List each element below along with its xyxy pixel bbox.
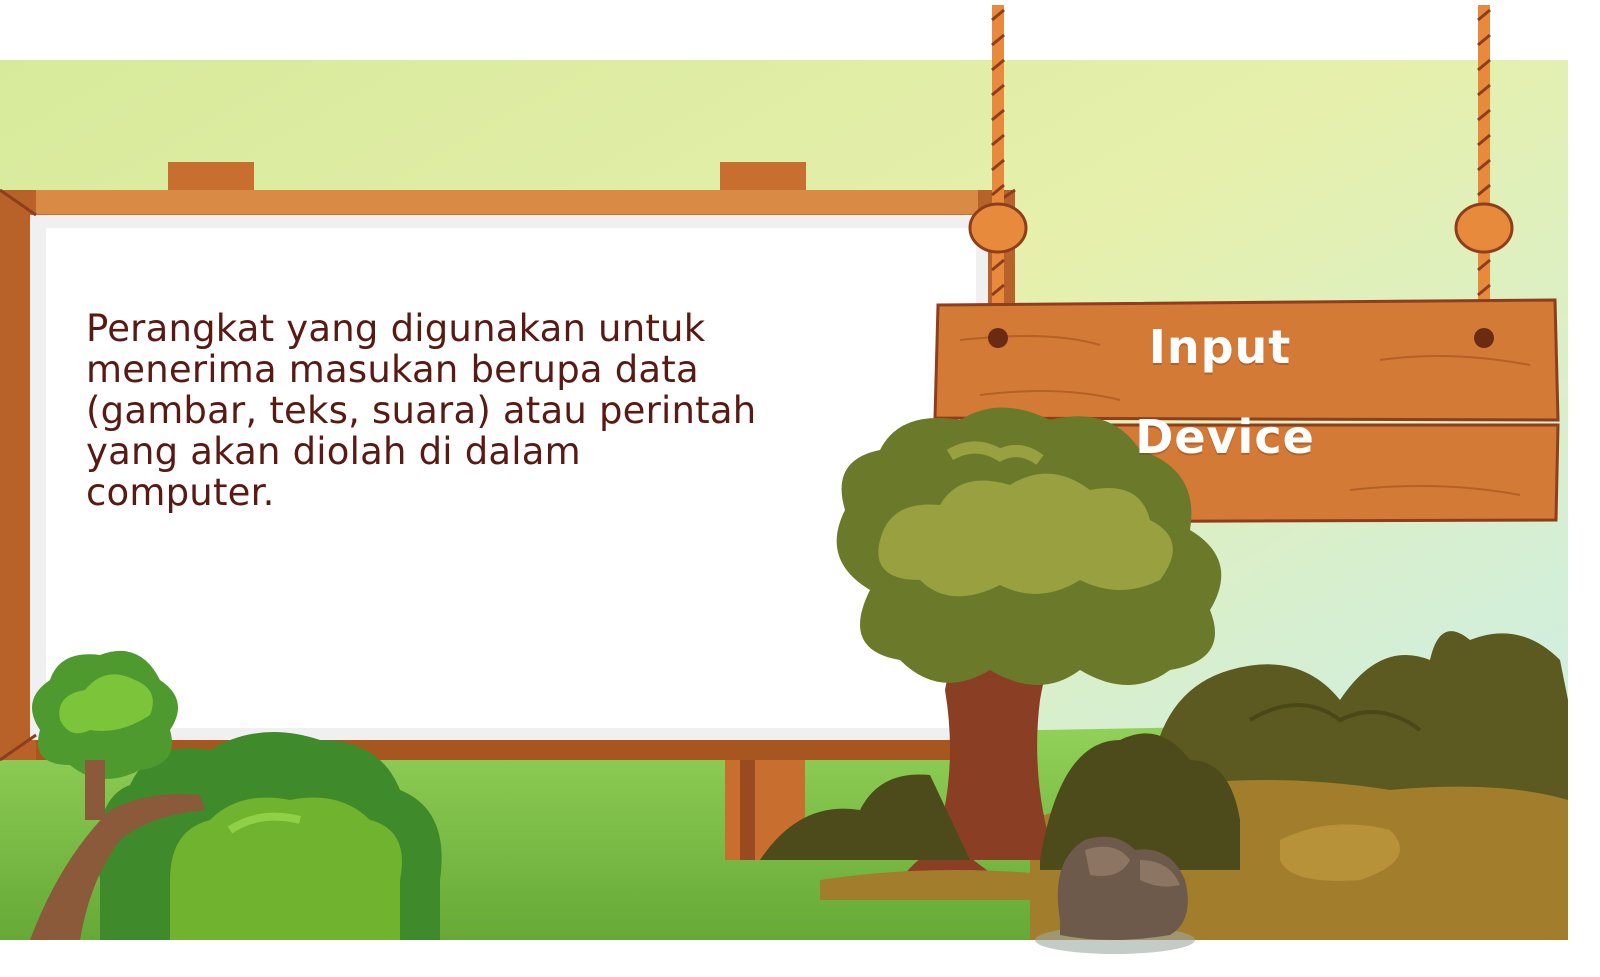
sign-title-line-1: Input bbox=[1148, 320, 1292, 374]
board-description: Perangkat yang digunakan untuk menerima … bbox=[86, 307, 757, 514]
sign-title-line-2: Device bbox=[1135, 410, 1315, 464]
